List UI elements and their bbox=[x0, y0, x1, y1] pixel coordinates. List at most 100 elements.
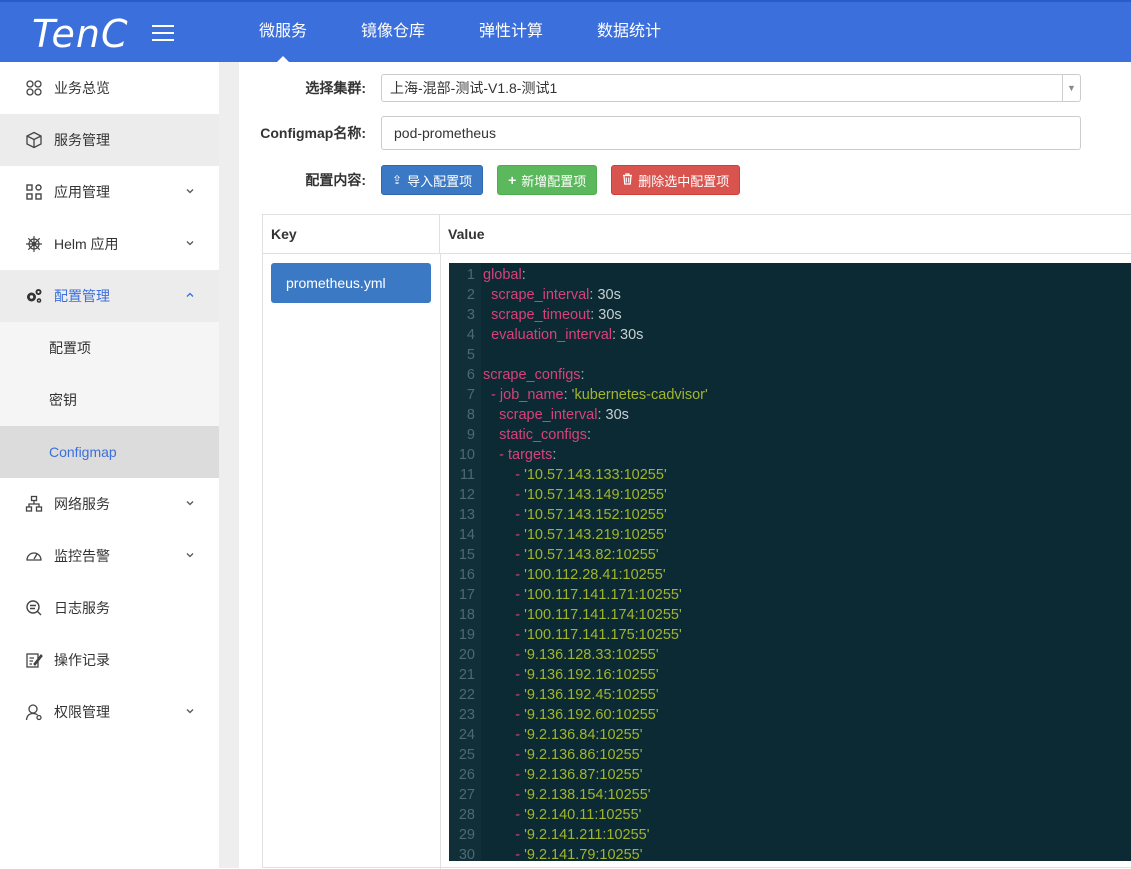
menu-toggle-icon[interactable] bbox=[152, 25, 174, 41]
trash-icon bbox=[622, 172, 633, 188]
import-config-button[interactable]: ⇪ 导入配置项 bbox=[381, 165, 484, 195]
code-line: 8 scrape_interval: 30s bbox=[449, 405, 1131, 425]
code-indent: - bbox=[483, 627, 525, 643]
yaml-key: scrape_interval bbox=[499, 407, 598, 423]
line-number: 9 bbox=[466, 427, 475, 443]
line-number: 11 bbox=[459, 467, 475, 483]
code-line: 13 - '10.57.143.152:10255' bbox=[449, 505, 1131, 525]
yaml-colon: : bbox=[586, 427, 592, 443]
add-config-button[interactable]: + 新增配置项 bbox=[497, 165, 598, 195]
import-icon: ⇪ bbox=[392, 173, 403, 187]
line-number: 2 bbox=[466, 287, 475, 303]
yaml-value: '9.2.138.154:10255' bbox=[524, 787, 651, 803]
network-icon bbox=[24, 494, 44, 514]
code-indent: - bbox=[483, 727, 525, 743]
sidebar-item-helm[interactable]: Helm 应用 bbox=[0, 218, 219, 270]
chevron-down-icon bbox=[186, 189, 194, 194]
chevron-down-icon bbox=[186, 241, 194, 246]
gauge-icon bbox=[24, 546, 44, 566]
code-line: 16 - '100.112.28.41:10255' bbox=[449, 565, 1131, 585]
code-line: 9 static_configs: bbox=[449, 425, 1131, 445]
yaml-value: '100.117.141.171:10255' bbox=[524, 587, 682, 603]
grid-icon bbox=[24, 78, 44, 98]
main-content: 选择集群: 上海-混部-测试-V1.8-测试1 ▼ Configmap名称: 配… bbox=[239, 62, 1131, 869]
yaml-value: 30s bbox=[620, 327, 644, 343]
delete-selected-config-button[interactable]: 删除选中配置项 bbox=[611, 165, 741, 195]
sidebar-subitem-config-items[interactable]: 配置项 bbox=[0, 322, 219, 374]
code-line: 12 - '10.57.143.149:10255' bbox=[449, 485, 1131, 505]
nav-image-registry[interactable]: 镜像仓库 bbox=[334, 2, 452, 62]
code-line: 4 evaluation_interval: 30s bbox=[449, 325, 1131, 345]
code-indent: - bbox=[483, 747, 525, 763]
sidebar-item-label: 业务总览 bbox=[54, 80, 110, 96]
sidebar-item-logs[interactable]: 日志服务 bbox=[0, 582, 219, 634]
code-line: 20 - '9.136.128.33:10255' bbox=[449, 645, 1131, 665]
line-number: 16 bbox=[458, 567, 475, 583]
import-config-label: 导入配置项 bbox=[407, 173, 473, 189]
sidebar-subitem-secrets[interactable]: 密钥 bbox=[0, 374, 219, 426]
app-logo[interactable]: TenC bbox=[32, 12, 129, 56]
line-number: 13 bbox=[458, 507, 475, 523]
top-nav: 微服务 镜像仓库 弹性计算 数据统计 bbox=[232, 2, 688, 64]
yaml-key: scrape_timeout bbox=[491, 307, 591, 323]
sidebar-item-config-management[interactable]: 配置管理 bbox=[0, 270, 219, 322]
delete-selected-config-label: 删除选中配置项 bbox=[638, 173, 730, 189]
log-search-icon bbox=[24, 598, 44, 618]
code-indent: - bbox=[483, 807, 525, 823]
top-navbar: TenC 微服务 镜像仓库 弹性计算 数据统计 bbox=[0, 0, 1131, 64]
sidebar-item-network[interactable]: 网络服务 bbox=[0, 478, 219, 530]
code-line: 23 - '9.136.192.60:10255' bbox=[449, 705, 1131, 725]
code-indent: - bbox=[483, 507, 525, 523]
nav-data-statistics[interactable]: 数据统计 bbox=[570, 2, 688, 62]
config-key-item[interactable]: prometheus.yml bbox=[271, 263, 431, 303]
yaml-value: '9.2.141.211:10255' bbox=[524, 827, 650, 843]
sidebar-item-label: 配置管理 bbox=[54, 288, 110, 304]
sidebar-item-operation-records[interactable]: 操作记录 bbox=[0, 634, 219, 686]
yaml-value: '9.2.136.87:10255' bbox=[524, 767, 643, 783]
config-table: Key Value prometheus.yml 1 global: 2 scrap… bbox=[262, 214, 1131, 869]
sidebar-item-permissions[interactable]: 权限管理 bbox=[0, 686, 219, 738]
cluster-select[interactable]: 上海-混部-测试-V1.8-测试1 ▼ bbox=[381, 74, 1081, 102]
sidebar-item-label: 服务管理 bbox=[54, 132, 110, 148]
nav-elastic-compute[interactable]: 弹性计算 bbox=[452, 2, 570, 62]
sidebar-subitem-configmap[interactable]: Configmap bbox=[0, 426, 219, 478]
chevron-up-icon bbox=[186, 292, 194, 297]
line-number: 7 bbox=[466, 387, 475, 403]
code-indent: - bbox=[483, 787, 525, 803]
code-indent: - bbox=[483, 707, 525, 723]
yaml-value: '9.2.141.79:10255' bbox=[524, 847, 643, 861]
sidebar-item-label: 操作记录 bbox=[54, 652, 110, 668]
sidebar-divider bbox=[219, 62, 239, 868]
sidebar-item-label: 权限管理 bbox=[54, 704, 110, 720]
yaml-value: '9.136.192.45:10255' bbox=[524, 687, 659, 703]
line-number: 17 bbox=[458, 587, 475, 603]
yaml-value: 'kubernetes-cadvisor' bbox=[571, 387, 708, 403]
yaml-value: '100.112.28.41:10255' bbox=[524, 567, 666, 583]
yaml-colon: : bbox=[597, 407, 606, 423]
yaml-colon: : bbox=[552, 447, 557, 463]
yaml-value: '9.136.192.60:10255' bbox=[524, 707, 659, 723]
line-number: 18 bbox=[458, 607, 475, 623]
configmap-name-input[interactable] bbox=[381, 116, 1081, 150]
code-indent: - bbox=[483, 527, 525, 543]
code-line: 29 - '9.2.141.211:10255' bbox=[449, 825, 1131, 845]
nav-microservice[interactable]: 微服务 bbox=[232, 2, 334, 64]
code-line: 25 - '9.2.136.86:10255' bbox=[449, 745, 1131, 765]
line-number: 3 bbox=[466, 307, 475, 323]
sidebar-item-service-management[interactable]: 服务管理 bbox=[0, 114, 219, 166]
code-line: 19 - '100.117.141.175:10255' bbox=[449, 625, 1131, 645]
sidebar-item-overview[interactable]: 业务总览 bbox=[0, 62, 219, 114]
code-line: 17 - '100.117.141.171:10255' bbox=[449, 585, 1131, 605]
sidebar-item-label: 密钥 bbox=[49, 392, 77, 408]
code-indent: - bbox=[483, 487, 525, 503]
yaml-key: scrape_interval bbox=[491, 287, 590, 303]
yaml-colon: : bbox=[611, 327, 621, 343]
code-indent: - bbox=[483, 687, 525, 703]
value-code-editor[interactable]: 1 global: 2 scrape_interval: 30s 3 scrape_t… bbox=[449, 263, 1131, 861]
code-line: 11 - '10.57.143.133:10255' bbox=[449, 465, 1131, 485]
caret-down-icon[interactable]: ▼ bbox=[1062, 75, 1080, 101]
sidebar-item-app-management[interactable]: 应用管理 bbox=[0, 166, 219, 218]
configmap-name-row: Configmap名称: bbox=[239, 116, 1131, 150]
sidebar-item-monitoring[interactable]: 监控告警 bbox=[0, 530, 219, 582]
